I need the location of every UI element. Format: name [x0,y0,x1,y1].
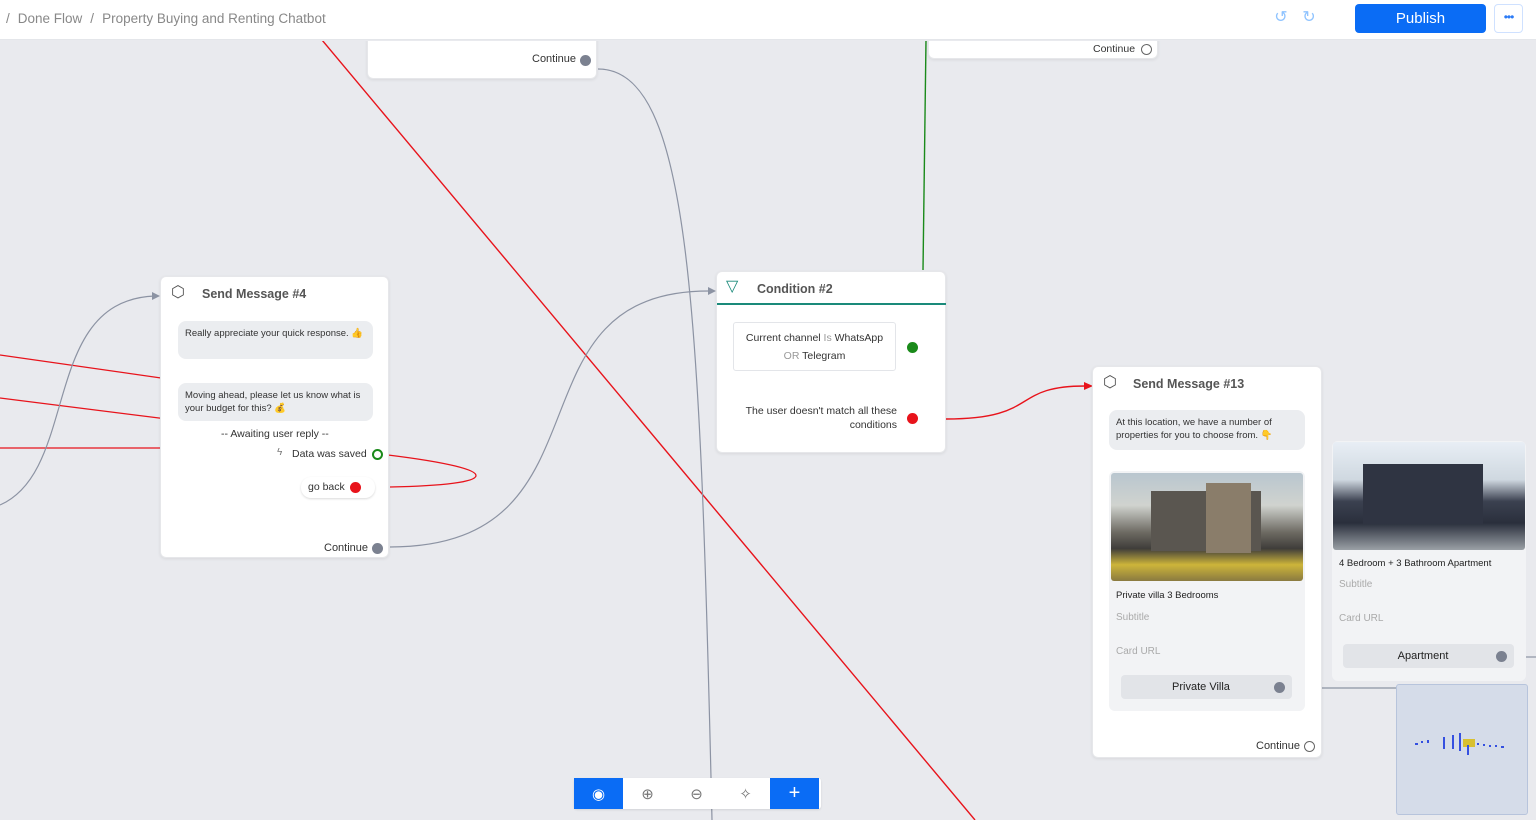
message-bubble[interactable]: At this location, we have a number of pr… [1109,410,1305,450]
card-button-port[interactable] [1496,651,1507,662]
go-back-button[interactable]: go back [301,477,375,498]
condition-2-node[interactable]: ▽ Condition #2 Current channel Is WhatsA… [716,271,946,453]
edge-green-up [922,41,927,271]
card-button-label: Apartment [1397,650,1449,662]
node-top-right[interactable]: Continue [928,41,1158,59]
card-title: 4 Bedroom + 3 Bathroom Apartment [1339,558,1492,569]
redo-icon[interactable]: ↻ [1300,9,1318,27]
continue-label: Continue [1256,740,1301,752]
edge-red-in-1 [0,354,176,381]
rule-field: Current channel [745,332,821,344]
more-options-button[interactable]: ••• [1494,4,1523,33]
data-saved-port[interactable] [372,449,383,460]
add-node-plus-icon[interactable]: + [770,778,819,809]
card-url: Card URL [1339,613,1384,624]
card-subtitle: Subtitle [1116,612,1150,623]
continue-label: Continue [324,542,369,554]
else-label: The user doesn't match all these conditi… [745,405,897,431]
node-top-left[interactable]: Continue [367,41,597,79]
node-title: Send Message #13 [1133,377,1245,391]
zoom-out-icon[interactable]: ⊖ [672,778,721,809]
go-back-label: go back [308,481,345,493]
edge-gray-top-continue [597,68,713,820]
breadcrumb-current: Property Buying and Renting Chatbot [102,11,326,26]
card-button-port[interactable] [1274,682,1285,693]
edge-gray-in-sm4 [0,295,156,506]
card-button-label: Private Villa [1172,681,1230,693]
continue-port[interactable] [580,55,591,66]
canvas-toolbar: ◉ ⊕ ⊖ ✧ + [574,778,821,809]
go-back-port[interactable] [350,482,361,493]
card-button-private-villa[interactable]: Private Villa [1121,675,1292,699]
edge-red-in-2 [0,397,176,421]
continue-port[interactable] [1141,44,1152,55]
continue-label: Continue [532,53,577,65]
lightning-icon: ϟ [277,447,283,458]
rule-value: Telegram [802,350,846,362]
message-bubble[interactable]: Really appreciate your quick response. 👍 [178,321,373,359]
edge-go-back-loop [387,454,477,488]
send-message-13-node[interactable]: ⬡ Send Message #13 At this location, we … [1092,366,1322,758]
undo-icon[interactable]: ↺ [1272,9,1290,27]
rule-operator: Is [823,332,832,344]
node-title: Send Message #4 [202,287,307,301]
minimap-content [1415,733,1504,755]
publish-button[interactable]: Publish [1355,4,1486,33]
zoom-in-icon[interactable]: ⊕ [623,778,672,809]
arrow-sm4 [152,292,160,300]
card-title: Private villa 3 Bedrooms [1116,590,1219,601]
breadcrumb: / Done Flow / Property Buying and Rentin… [6,11,326,26]
preview-eye-icon[interactable]: ◉ [574,778,623,809]
minimap[interactable] [1396,684,1528,815]
rule-or: OR [783,350,800,362]
node-title: Condition #2 [757,282,833,296]
top-bar: / Done Flow / Property Buying and Rentin… [0,0,1536,40]
awaiting-reply-label: -- Awaiting user reply -- [221,428,329,440]
continue-label: Continue [1093,43,1136,55]
condition-divider [717,303,946,305]
card-subtitle: Subtitle [1339,579,1373,590]
condition-true-port[interactable] [907,342,918,353]
breadcrumb-separator: / [6,11,10,26]
card-button-apartment[interactable]: Apartment [1343,644,1514,668]
breadcrumb-done-flow[interactable]: Done Flow [18,11,83,26]
send-message-4-node[interactable]: ⬡ Send Message #4 Really appreciate your… [160,276,389,558]
card-url: Card URL [1116,646,1161,657]
building-wall [1206,483,1251,553]
edge-red-else [945,385,1086,420]
edge-sm4-to-condition [389,290,711,548]
message-bubble[interactable]: Moving ahead, please let us know what is… [178,383,373,421]
breadcrumb-separator: / [90,11,95,26]
condition-else-port[interactable] [907,413,918,424]
continue-port[interactable] [1304,741,1315,752]
condition-rule-box[interactable]: Current channel Is WhatsApp OR Telegram [733,322,896,371]
apartment-image [1333,442,1525,550]
flow-canvas[interactable]: Continue Continue ⬡ Send Message #4 Real… [0,41,1536,820]
rule-value: WhatsApp [834,332,884,344]
auto-layout-sparkle-icon[interactable]: ✧ [721,778,770,809]
filter-icon: ▽ [726,278,739,295]
carousel-card[interactable]: Private villa 3 Bedrooms Subtitle Card U… [1109,471,1305,711]
message-node-icon: ⬡ [171,284,185,301]
carousel-card[interactable]: 4 Bedroom + 3 Bathroom Apartment Subtitl… [1332,441,1526,681]
villa-image [1111,473,1303,581]
continue-port[interactable] [372,543,383,554]
building-shape [1363,464,1483,524]
arrow-condition [708,287,716,295]
message-node-icon: ⬡ [1103,374,1117,391]
data-saved-label: Data was saved [292,448,367,460]
